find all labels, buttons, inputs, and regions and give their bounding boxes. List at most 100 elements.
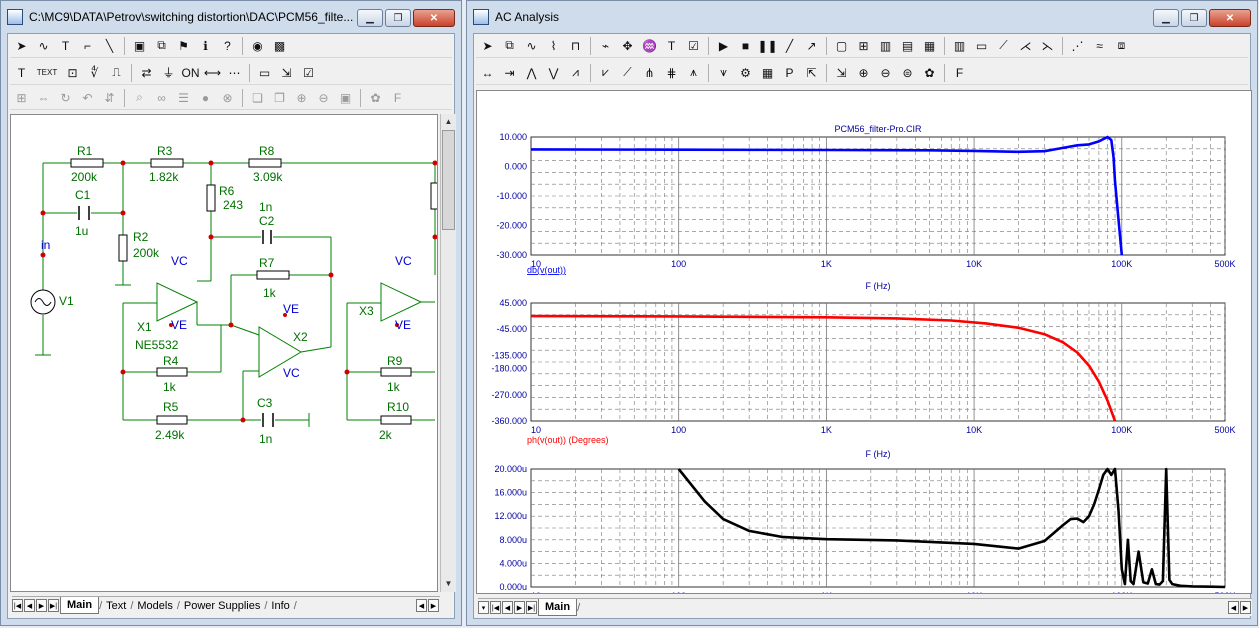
grid-box-icon[interactable]: ⊞: [854, 36, 873, 55]
data-points-icon[interactable]: ⌇: [544, 36, 563, 55]
window-icon[interactable]: ▭: [255, 63, 274, 82]
scale-icon[interactable]: ∿: [522, 36, 541, 55]
arrows-icon[interactable]: ⇄: [137, 63, 156, 82]
flip-icon[interactable]: ⇔: [34, 88, 53, 107]
peak-icon[interactable]: ⋌: [1016, 36, 1035, 55]
next-tab-icon[interactable]: ▶: [36, 599, 47, 612]
properties-icon[interactable]: ☑: [299, 63, 318, 82]
shapes-icon[interactable]: ⧉: [152, 36, 171, 55]
copy-icon[interactable]: ❏: [248, 88, 267, 107]
cursor-mode-icon[interactable]: ⌁: [596, 36, 615, 55]
binoculars-icon[interactable]: ∞: [152, 88, 171, 107]
maximize-button[interactable]: ❐: [385, 9, 411, 27]
next-icon[interactable]: ▶: [514, 601, 525, 614]
component-icon[interactable]: ⊡: [63, 63, 82, 82]
export-icon[interactable]: ⧈: [1112, 36, 1131, 55]
prev-icon[interactable]: ◀: [502, 601, 513, 614]
font-icon[interactable]: F: [950, 63, 969, 82]
scroll-up-icon[interactable]: ▲: [441, 114, 456, 130]
tab-text[interactable]: Text: [102, 598, 130, 614]
zoom-in-icon[interactable]: ⊕: [854, 63, 873, 82]
schematic-window[interactable]: C:\MC9\DATA\Petrov\switching distortion\…: [0, 0, 462, 626]
schematic-vertical-scrollbar[interactable]: ▲ ▼: [440, 114, 456, 592]
run-icon[interactable]: ▶: [714, 36, 733, 55]
palette-icon[interactable]: ✿: [920, 63, 939, 82]
trace-icon[interactable]: ♒: [640, 36, 659, 55]
tab-models[interactable]: Models: [133, 598, 176, 614]
left-right-icon[interactable]: ↔: [478, 63, 497, 82]
probe-icon[interactable]: ⎍: [107, 63, 126, 82]
table3-icon[interactable]: ▦: [920, 36, 939, 55]
table2-icon[interactable]: ▤: [898, 36, 917, 55]
h-line-icon[interactable]: ▭: [972, 36, 991, 55]
wave-icon[interactable]: ≈: [1090, 36, 1109, 55]
palette-icon[interactable]: ✿: [366, 88, 385, 107]
close-button[interactable]: ✕: [1209, 9, 1251, 27]
flag-icon[interactable]: ⚑: [174, 36, 193, 55]
ac-analysis-titlebar[interactable]: AC Analysis ▁ ❐ ✕: [467, 1, 1257, 37]
close-button[interactable]: ✕: [413, 9, 455, 27]
table-icon[interactable]: ▥: [876, 36, 895, 55]
align-icon[interactable]: ⊞: [12, 88, 31, 107]
green-red-icon[interactable]: ▩: [270, 36, 289, 55]
h-scroll-right-icon[interactable]: ▶: [428, 599, 439, 612]
schematic-titlebar[interactable]: C:\MC9\DATA\Petrov\switching distortion\…: [1, 1, 461, 37]
tab-main[interactable]: Main: [60, 597, 100, 614]
info-box-icon[interactable]: ▣: [130, 36, 149, 55]
first-tab-icon[interactable]: ▾: [478, 601, 489, 614]
numeric-icon[interactable]: ▦: [758, 63, 777, 82]
prev-tab-icon[interactable]: |◀: [490, 601, 501, 614]
mirror-icon[interactable]: ⇵: [100, 88, 119, 107]
global-high-icon[interactable]: ⋔: [640, 63, 659, 82]
minimize-button[interactable]: ▁: [357, 9, 383, 27]
cancel-icon[interactable]: ⊗: [218, 88, 237, 107]
valley-find-icon[interactable]: ⋁: [544, 63, 563, 82]
select-arrow-icon[interactable]: ➤: [478, 36, 497, 55]
zoom-in-icon[interactable]: ⊕: [292, 88, 311, 107]
multi-icon[interactable]: ⩚: [684, 63, 703, 82]
table4-icon[interactable]: ▥: [950, 36, 969, 55]
camera-icon[interactable]: ▣: [336, 88, 355, 107]
wire-icon[interactable]: ∿: [34, 36, 53, 55]
diagonal-arrow-icon[interactable]: ↗: [802, 36, 821, 55]
select-arrow-icon[interactable]: ➤: [12, 36, 31, 55]
schematic-canvas[interactable]: R1 200k C1 1u in V1 R2 200k R3 1.82k R6 243 R8 3.09k 1…: [10, 114, 440, 592]
next-icon[interactable]: ⇥: [500, 63, 519, 82]
stop-icon[interactable]: ●: [196, 88, 215, 107]
line-tool-icon[interactable]: ╱: [780, 36, 799, 55]
pan-icon[interactable]: ✥: [618, 36, 637, 55]
h-scroll-left-icon[interactable]: ◀: [416, 599, 427, 612]
h-scroll-left-icon[interactable]: ◀: [1228, 601, 1239, 614]
align-y-icon[interactable]: ⇲: [832, 63, 851, 82]
slope-icon[interactable]: ⋰: [1068, 36, 1087, 55]
box-icon[interactable]: ▢: [832, 36, 851, 55]
cursor-cross-icon[interactable]: ⟋: [994, 36, 1013, 55]
properties-icon[interactable]: ☑: [684, 36, 703, 55]
scroll-down-icon[interactable]: ▼: [441, 576, 456, 592]
maximize-button[interactable]: ❐: [1181, 9, 1207, 27]
find-icon[interactable]: ⌕: [130, 88, 149, 107]
zoom-fit-icon[interactable]: ⊜: [898, 63, 917, 82]
text-mode-icon[interactable]: T: [12, 63, 31, 82]
text-tool-icon[interactable]: T: [56, 36, 75, 55]
global-low-icon[interactable]: ⋕: [662, 63, 681, 82]
pause-icon[interactable]: ❚❚: [757, 36, 777, 55]
globe-icon[interactable]: ◉: [248, 36, 267, 55]
tab-main[interactable]: Main: [538, 599, 578, 616]
tab-info[interactable]: Info: [267, 598, 293, 614]
last-tab-icon[interactable]: ▶|: [48, 599, 59, 612]
bottom-icon[interactable]: ⩛: [714, 63, 733, 82]
info-icon[interactable]: ℹ: [196, 36, 215, 55]
paste-icon[interactable]: ❐: [270, 88, 289, 107]
rotate-icon[interactable]: ↻: [56, 88, 75, 107]
peak-find-icon[interactable]: ⋀: [522, 63, 541, 82]
minimize-button[interactable]: ▁: [1153, 9, 1179, 27]
first-tab-icon[interactable]: |◀: [12, 599, 23, 612]
cursor-props-icon[interactable]: ⚙: [736, 63, 755, 82]
last-tab-icon[interactable]: ▶|: [526, 601, 537, 614]
stop-icon[interactable]: ■: [736, 36, 755, 55]
high-icon[interactable]: ⩘: [566, 63, 585, 82]
prev-tab-icon[interactable]: ◀: [24, 599, 35, 612]
tab-power-supplies[interactable]: Power Supplies: [180, 598, 264, 614]
text-label-icon[interactable]: TEXT: [34, 63, 60, 82]
